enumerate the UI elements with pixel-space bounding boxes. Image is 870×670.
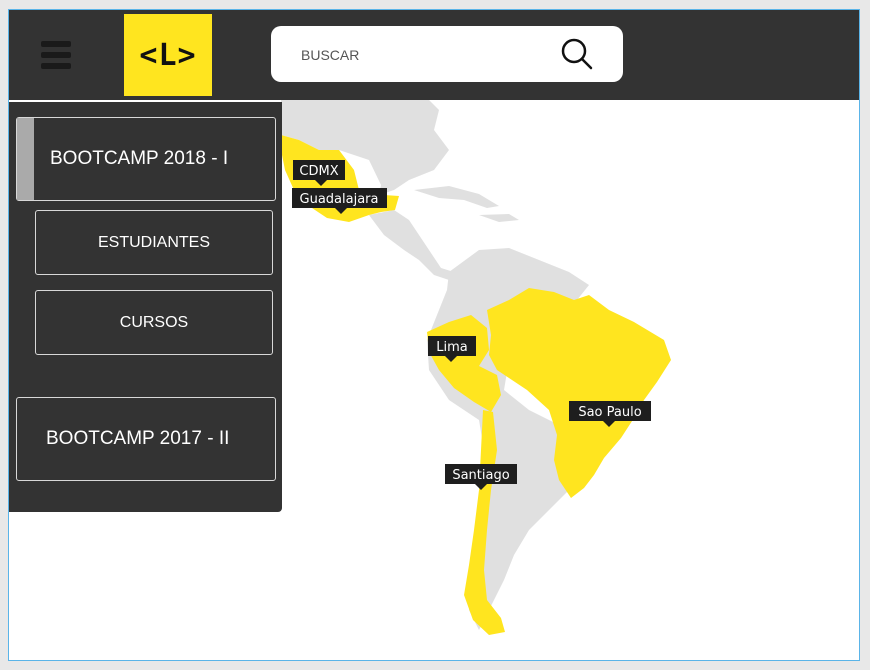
- svg-text:Lima: Lima: [436, 340, 467, 355]
- sidebar-item-bootcamp-2018-i[interactable]: BOOTCAMP 2018 - I: [16, 117, 276, 201]
- sidebar-menu: BOOTCAMP 2018 - I ESTUDIANTES CURSOS BOO…: [9, 102, 282, 512]
- map-land-central-america: [369, 210, 454, 280]
- sidebar-item-label: BOOTCAMP 2017 - II: [46, 428, 230, 449]
- sidebar-item-label: BOOTCAMP 2018 - I: [50, 148, 229, 169]
- menu-icon[interactable]: [41, 41, 71, 71]
- map-land-caribbean: [414, 186, 519, 222]
- search-box: [271, 26, 623, 82]
- search-input[interactable]: [299, 40, 543, 70]
- sidebar-item-bootcamp-2017-ii[interactable]: BOOTCAMP 2017 - II: [16, 397, 276, 481]
- svg-text:Sao Paulo: Sao Paulo: [578, 405, 641, 420]
- app-frame: CDMX Guadalajara Lima Sao Paulo Santiago: [8, 9, 860, 661]
- active-indicator: [17, 118, 34, 200]
- sidebar-item-cursos[interactable]: CURSOS: [35, 290, 273, 355]
- svg-text:Santiago: Santiago: [452, 468, 509, 483]
- top-bar: <L>: [9, 10, 859, 100]
- svg-text:Guadalajara: Guadalajara: [300, 192, 379, 207]
- sidebar-item-label: ESTUDIANTES: [97, 233, 210, 251]
- sidebar-item-label: CURSOS: [119, 313, 189, 331]
- search-icon[interactable]: [559, 36, 595, 72]
- sidebar-item-estudiantes[interactable]: ESTUDIANTES: [35, 210, 273, 275]
- svg-text:CDMX: CDMX: [299, 164, 338, 179]
- logo[interactable]: <L>: [124, 14, 212, 96]
